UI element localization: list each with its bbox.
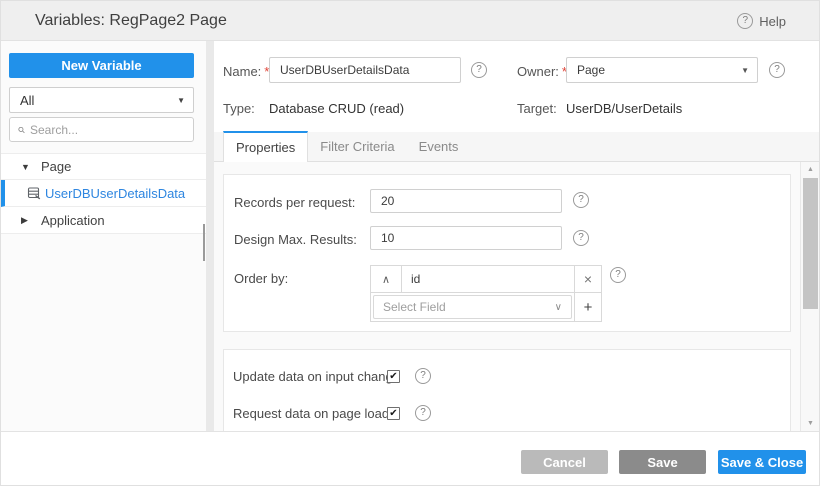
order-by-row: ∧ id × xyxy=(371,266,601,292)
scroll-down-arrow-icon[interactable]: ▼ xyxy=(801,420,820,427)
tab-filter-criteria[interactable]: Filter Criteria xyxy=(308,131,406,161)
sidebar-scrollbar-thumb[interactable] xyxy=(203,224,205,261)
tree-node-selected-variable[interactable]: UserDBUserDetailsData xyxy=(1,180,206,207)
dialog-header: Variables: RegPage2 Page ? Help xyxy=(1,1,820,41)
plus-icon: + xyxy=(584,299,593,316)
order-by-group: ∧ id × Select Field ∨ + xyxy=(370,265,602,322)
owner-help-icon[interactable]: ? xyxy=(769,62,785,78)
save-and-close-button[interactable]: Save & Close xyxy=(718,450,806,474)
cancel-button[interactable]: Cancel xyxy=(521,450,608,474)
tree-node-application[interactable]: ▶ Application xyxy=(1,207,206,234)
name-help-icon[interactable]: ? xyxy=(471,62,487,78)
request-on-page-load-help-icon[interactable]: ? xyxy=(415,405,431,421)
chevron-down-icon: ▼ xyxy=(177,96,185,105)
records-per-request-label: Records per request: xyxy=(234,195,355,210)
name-label: Name:* xyxy=(223,64,269,79)
owner-value: Page xyxy=(577,63,605,77)
properties-panel: Records per request: ? Design Max. Resul… xyxy=(214,162,820,431)
variables-dialog: Variables: RegPage2 Page ? Help New Vari… xyxy=(0,0,820,486)
help-label[interactable]: Help xyxy=(759,14,786,29)
check-icon: ✔ xyxy=(389,371,397,382)
scroll-up-arrow-icon[interactable]: ▲ xyxy=(801,166,820,173)
records-per-request-input[interactable] xyxy=(370,189,562,213)
chevron-up-icon: ∧ xyxy=(382,273,390,286)
order-by-field-value[interactable]: id xyxy=(402,266,574,292)
chevron-down-icon: ∨ xyxy=(555,302,562,313)
request-on-page-load-label: Request data on page load xyxy=(233,406,389,421)
dialog-title: Variables: RegPage2 Page xyxy=(35,1,227,41)
order-by-label: Order by: xyxy=(234,271,288,286)
request-on-page-load-checkbox[interactable]: ✔ xyxy=(387,407,400,420)
type-value: Database CRUD (read) xyxy=(269,101,404,116)
select-field-placeholder: Select Field xyxy=(383,300,446,314)
tree-node-variable-label: UserDBUserDetailsData xyxy=(45,186,185,201)
detail-tabs: Properties Filter Criteria Events xyxy=(214,132,820,162)
select-field-dropdown[interactable]: Select Field ∨ xyxy=(373,295,572,319)
caret-right-icon[interactable]: ▶ xyxy=(21,215,31,226)
tree-node-page-label: Page xyxy=(41,159,71,174)
content-scrollbar[interactable]: ▲ ▼ xyxy=(800,162,820,431)
close-icon: × xyxy=(584,271,592,287)
variables-sidebar: New Variable All ▼ ▼ Page xyxy=(1,41,206,431)
update-on-input-change-row: Update data on input change ✔ ? xyxy=(233,368,783,384)
variable-summary-form: Name:* ? Owner:* Page ▼ ? Type: Database… xyxy=(214,41,820,132)
data-settings-card: Records per request: ? Design Max. Resul… xyxy=(223,174,791,332)
owner-select[interactable]: Page ▼ xyxy=(566,57,758,83)
new-variable-button[interactable]: New Variable xyxy=(9,53,194,78)
search-input[interactable] xyxy=(30,123,185,137)
sidebar-divider xyxy=(206,41,214,431)
scrollbar-thumb[interactable] xyxy=(803,178,818,309)
variable-search[interactable] xyxy=(9,117,194,142)
tree-node-page[interactable]: ▼ Page xyxy=(1,153,206,180)
tab-properties[interactable]: Properties xyxy=(223,131,308,162)
tree-node-application-label: Application xyxy=(41,213,105,228)
design-max-results-help-icon[interactable]: ? xyxy=(573,230,589,246)
update-on-input-change-help-icon[interactable]: ? xyxy=(415,368,431,384)
request-on-page-load-row: Request data on page load ✔ ? xyxy=(233,405,783,421)
update-on-input-change-label: Update data on input change xyxy=(233,369,400,384)
records-per-request-help-icon[interactable]: ? xyxy=(573,192,589,208)
target-value: UserDB/UserDetails xyxy=(566,101,682,116)
update-on-input-change-checkbox[interactable]: ✔ xyxy=(387,370,400,383)
remove-order-field-button[interactable]: × xyxy=(574,266,601,292)
target-label: Target: xyxy=(517,101,557,116)
chevron-down-icon: ▼ xyxy=(741,66,749,75)
database-variable-icon xyxy=(27,186,41,200)
sort-direction-toggle[interactable]: ∧ xyxy=(371,266,402,292)
search-icon xyxy=(18,124,25,136)
dialog-footer: Cancel Save Save & Close xyxy=(1,431,820,486)
variable-tree: ▼ Page UserDBUserDetailsData ▶ Applicati… xyxy=(1,153,206,234)
caret-down-icon[interactable]: ▼ xyxy=(21,162,31,172)
add-order-field-button[interactable]: + xyxy=(574,293,601,321)
behavior-settings-card: Update data on input change ✔ ? Request … xyxy=(223,349,791,444)
owner-label: Owner:* xyxy=(517,64,567,79)
name-field[interactable] xyxy=(269,57,461,83)
order-by-help-icon[interactable]: ? xyxy=(610,267,626,283)
variable-filter-select[interactable]: All ▼ xyxy=(9,87,194,113)
design-max-results-label: Design Max. Results: xyxy=(234,232,357,247)
help-icon[interactable]: ? xyxy=(737,13,753,29)
type-label: Type: xyxy=(223,101,255,116)
help-link[interactable]: ? Help xyxy=(737,1,786,41)
check-icon: ✔ xyxy=(389,408,397,419)
add-order-field-row: Select Field ∨ + xyxy=(371,292,601,321)
tab-events[interactable]: Events xyxy=(407,131,471,161)
design-max-results-input[interactable] xyxy=(370,226,562,250)
variable-filter-value: All xyxy=(20,93,34,108)
save-button[interactable]: Save xyxy=(619,450,706,474)
